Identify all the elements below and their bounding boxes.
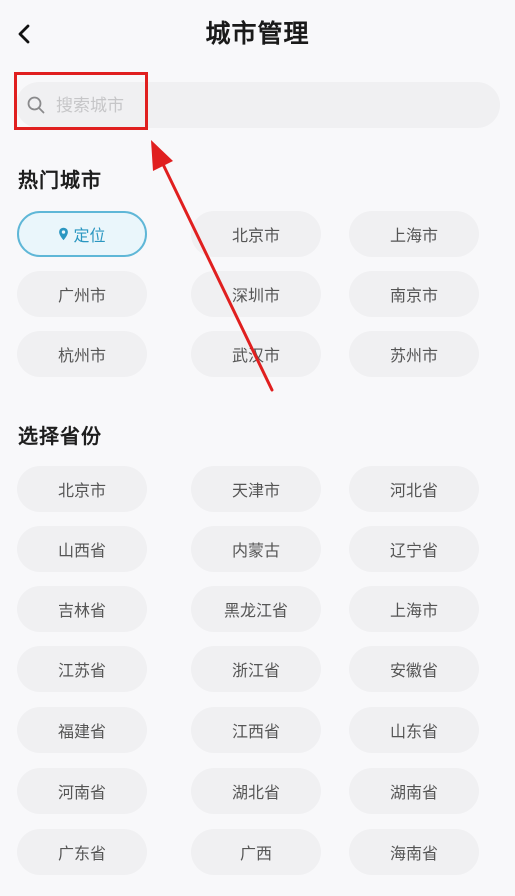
province-chip[interactable]: 吉林省 — [17, 586, 147, 632]
hot-city-chip[interactable]: 南京市 — [349, 271, 479, 317]
hot-city-chip[interactable]: 武汉市 — [191, 331, 321, 377]
province-chip[interactable]: 天津市 — [191, 466, 321, 512]
province-chip[interactable]: 河北省 — [349, 466, 479, 512]
hot-city-chip[interactable]: 广州市 — [17, 271, 147, 317]
hot-cities-title: 热门城市 — [18, 168, 102, 192]
provinces-title: 选择省份 — [18, 424, 102, 448]
province-chip[interactable]: 广东省 — [17, 829, 147, 875]
search-bar[interactable] — [16, 82, 500, 130]
province-chip[interactable]: 安徽省 — [349, 646, 479, 692]
locate-label: 定位 — [73, 226, 106, 245]
province-chip[interactable]: 江苏省 — [17, 646, 147, 692]
hot-city-chip[interactable]: 苏州市 — [349, 331, 479, 377]
hot-city-chip[interactable]: 杭州市 — [17, 331, 147, 377]
province-chip[interactable]: 广西 — [191, 829, 321, 875]
province-chip[interactable]: 辽宁省 — [349, 526, 479, 572]
page-title: 城市管理 — [205, 19, 310, 48]
province-chip[interactable]: 海南省 — [349, 829, 479, 875]
province-chip[interactable]: 湖北省 — [191, 768, 321, 814]
province-chip[interactable]: 上海市 — [349, 586, 479, 632]
hot-city-chip[interactable]: 深圳市 — [191, 271, 321, 317]
hot-city-chip[interactable]: 上海市 — [349, 211, 479, 257]
province-chip[interactable]: 北京市 — [17, 466, 147, 512]
header: 城市管理 — [0, 0, 515, 66]
province-chip[interactable]: 山西省 — [17, 526, 147, 572]
province-chip[interactable]: 福建省 — [17, 707, 147, 753]
locate-button[interactable]: 定位 — [17, 211, 147, 257]
province-chip[interactable]: 河南省 — [17, 768, 147, 814]
search-icon — [27, 96, 45, 114]
province-chip[interactable]: 内蒙古 — [191, 526, 321, 572]
province-chip[interactable]: 浙江省 — [191, 646, 321, 692]
province-chip[interactable]: 湖南省 — [349, 768, 479, 814]
location-pin-icon — [58, 227, 69, 241]
province-chip[interactable]: 山东省 — [349, 707, 479, 753]
province-chip[interactable]: 江西省 — [191, 707, 321, 753]
hot-city-chip[interactable]: 北京市 — [191, 211, 321, 257]
search-input[interactable] — [54, 82, 478, 130]
province-chip[interactable]: 黑龙江省 — [191, 586, 321, 632]
